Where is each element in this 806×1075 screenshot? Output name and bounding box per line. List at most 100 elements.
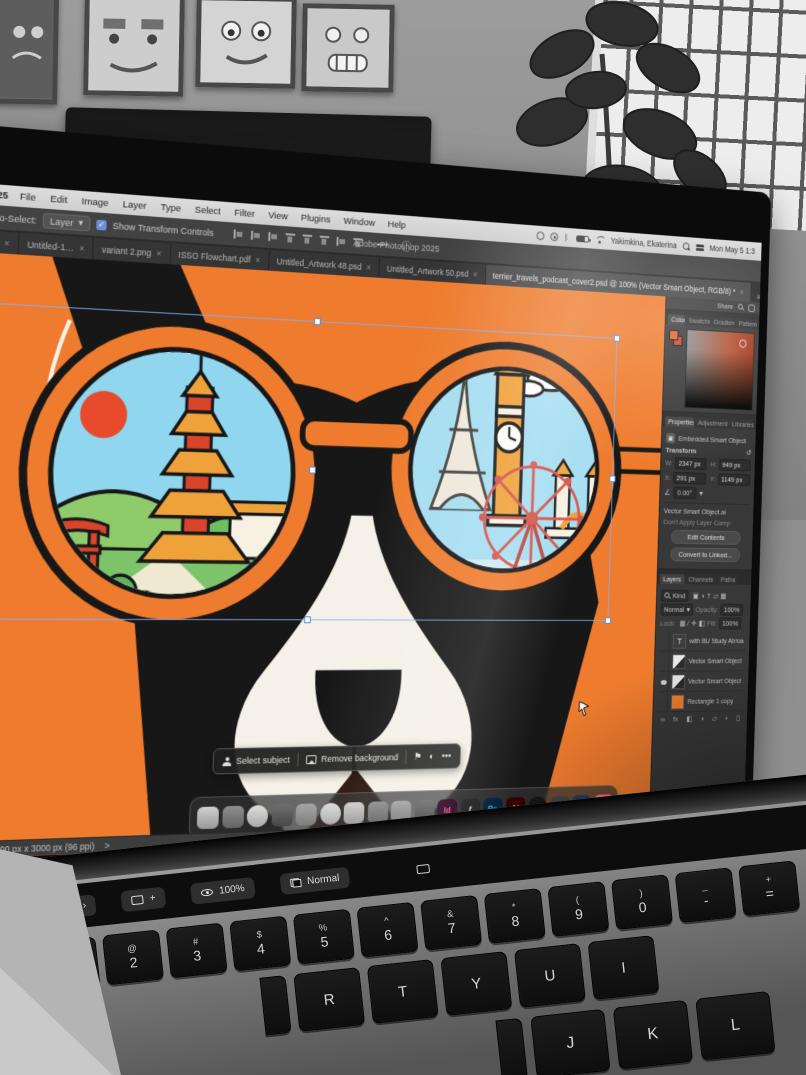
more-options-icon[interactable]: •••: [377, 239, 389, 250]
layer-thumbnail[interactable]: [671, 674, 685, 689]
remove-background-button[interactable]: Remove background: [306, 752, 398, 764]
more-icon[interactable]: •••: [442, 751, 452, 762]
play-circle-icon[interactable]: [550, 232, 558, 241]
filter-type-icon[interactable]: ▣: [692, 592, 698, 600]
transform-field[interactable]: H: 949 px: [710, 458, 751, 471]
close-icon[interactable]: ×: [366, 262, 371, 272]
menu-item[interactable]: Layer: [115, 198, 153, 212]
menu-item[interactable]: Type: [153, 201, 188, 215]
chevron-down-icon[interactable]: ▾: [699, 489, 702, 497]
menu-item[interactable]: File: [12, 190, 43, 204]
layer-thumbnail[interactable]: T: [673, 633, 687, 648]
layers-footer-icon[interactable]: ◧: [686, 715, 692, 723]
share-button[interactable]: Share: [717, 302, 733, 311]
app-badge-icon[interactable]: [536, 231, 544, 240]
align-bottom-icon[interactable]: [319, 236, 329, 245]
layers-footer-icon[interactable]: ◑: [700, 715, 704, 723]
layers-footer-icon[interactable]: fx: [673, 715, 678, 723]
document-tab[interactable]: .jpg ×: [0, 230, 19, 255]
menu-item[interactable]: Edit: [43, 193, 75, 207]
align-right-icon[interactable]: [268, 232, 278, 242]
layers-footer-icon[interactable]: ∞: [660, 715, 665, 723]
transform-field[interactable]: Y: 1149 px: [710, 473, 751, 486]
show-transform-checkbox[interactable]: ✓: [96, 219, 107, 230]
visibility-eye-icon[interactable]: [659, 692, 668, 711]
close-icon[interactable]: ×: [4, 237, 10, 248]
layers-footer-icon[interactable]: +: [725, 714, 729, 722]
close-icon[interactable]: ×: [156, 248, 162, 258]
dock-icon[interactable]: [246, 805, 268, 828]
layer-thumbnail[interactable]: [671, 694, 685, 709]
tab-overflow-icon[interactable]: »: [751, 292, 761, 303]
filter-type-icon[interactable]: T: [707, 592, 711, 600]
select-subject-button[interactable]: Select subject: [222, 755, 290, 767]
visibility-eye-icon[interactable]: [660, 672, 669, 691]
dock-icon[interactable]: [271, 804, 293, 827]
layer-row[interactable]: T with BU Study Abroad: [659, 631, 745, 651]
bluetooth-icon[interactable]: [564, 232, 570, 242]
layers-footer-icon[interactable]: ▯: [736, 714, 740, 722]
status-chevron-icon[interactable]: >: [104, 840, 109, 850]
app-menu-photoshop[interactable]: 2025: [0, 188, 9, 201]
menu-item[interactable]: Image: [74, 195, 116, 209]
align-middle-icon[interactable]: [302, 234, 312, 244]
align-left-icon[interactable]: [233, 229, 243, 239]
close-icon[interactable]: ×: [739, 287, 744, 296]
layer-row[interactable]: Vector Smart Object: [658, 671, 744, 692]
contrast-icon[interactable]: ◐: [429, 751, 435, 762]
panel-tab[interactable]: Paths: [717, 575, 739, 585]
foreground-color-swatch[interactable]: [669, 330, 678, 341]
lock-icon[interactable]: ✛: [691, 619, 696, 627]
lock-icon[interactable]: ▦: [679, 619, 685, 627]
lock-icon[interactable]: ◧: [699, 619, 705, 627]
layers-footer-icon[interactable]: ▱: [712, 714, 717, 722]
filter-type-icon[interactable]: ▱: [713, 592, 718, 600]
spotlight-icon[interactable]: [682, 242, 690, 251]
visibility-eye-icon[interactable]: [660, 651, 669, 670]
close-icon[interactable]: ×: [255, 254, 260, 264]
align-center-h-icon[interactable]: [251, 231, 261, 241]
filter-type-icon[interactable]: ◑: [701, 592, 705, 600]
menu-clock[interactable]: Mon May 5 1:3: [709, 243, 755, 255]
flag-icon[interactable]: ⚑: [414, 751, 422, 762]
transform-field[interactable]: X: 291 px: [665, 472, 706, 485]
user-name[interactable]: Yakimkina, Ekaterina: [611, 236, 677, 250]
filter-type-icon[interactable]: ▦: [720, 592, 726, 600]
control-center-icon[interactable]: [696, 243, 704, 251]
dock-icon[interactable]: [295, 803, 317, 825]
dock-icon[interactable]: [343, 802, 364, 824]
layer-row[interactable]: Vector Smart Object copy 10: [659, 651, 745, 672]
lock-icon[interactable]: ∕: [688, 619, 689, 627]
menu-item[interactable]: Plugins: [294, 212, 337, 226]
properties-button[interactable]: Convert to Linked...: [670, 547, 740, 562]
align-top-icon[interactable]: [285, 233, 295, 243]
wifi-icon[interactable]: [595, 235, 605, 244]
properties-button[interactable]: Edit Contents: [671, 530, 741, 545]
blend-mode-dropdown[interactable]: Normal ▾: [660, 603, 693, 615]
dock-icon[interactable]: [222, 806, 244, 829]
close-icon[interactable]: ×: [473, 269, 478, 279]
panel-tab[interactable]: Layers: [660, 574, 685, 584]
battery-icon[interactable]: [576, 235, 589, 243]
transform-field[interactable]: W: 2347 px: [665, 457, 706, 470]
menu-item[interactable]: View: [261, 209, 294, 222]
menu-item[interactable]: Help: [381, 218, 412, 231]
menu-item[interactable]: Filter: [227, 207, 261, 220]
distribute-h-icon[interactable]: [336, 237, 346, 246]
dock-icon[interactable]: [197, 806, 219, 829]
menu-item[interactable]: Window: [337, 215, 382, 229]
layer-filter-dropdown[interactable]: Kind: [661, 590, 689, 602]
visibility-eye-icon[interactable]: [661, 631, 670, 650]
fill-field[interactable]: 100%: [719, 618, 742, 630]
close-icon[interactable]: ×: [79, 243, 85, 254]
angle-field[interactable]: 0.00°: [673, 487, 696, 500]
panel-tab[interactable]: Channels: [685, 574, 717, 584]
opacity-field[interactable]: 100%: [720, 604, 742, 616]
auto-select-dropdown[interactable]: Layer ▾: [43, 213, 91, 232]
reset-icon[interactable]: ↺: [746, 449, 751, 457]
workspace-icon[interactable]: [748, 304, 755, 312]
search-icon[interactable]: [738, 304, 744, 311]
gear-icon[interactable]: [401, 241, 411, 252]
distribute-v-icon[interactable]: [353, 238, 363, 247]
layer-row[interactable]: Rectangle 1 copy: [657, 691, 743, 712]
